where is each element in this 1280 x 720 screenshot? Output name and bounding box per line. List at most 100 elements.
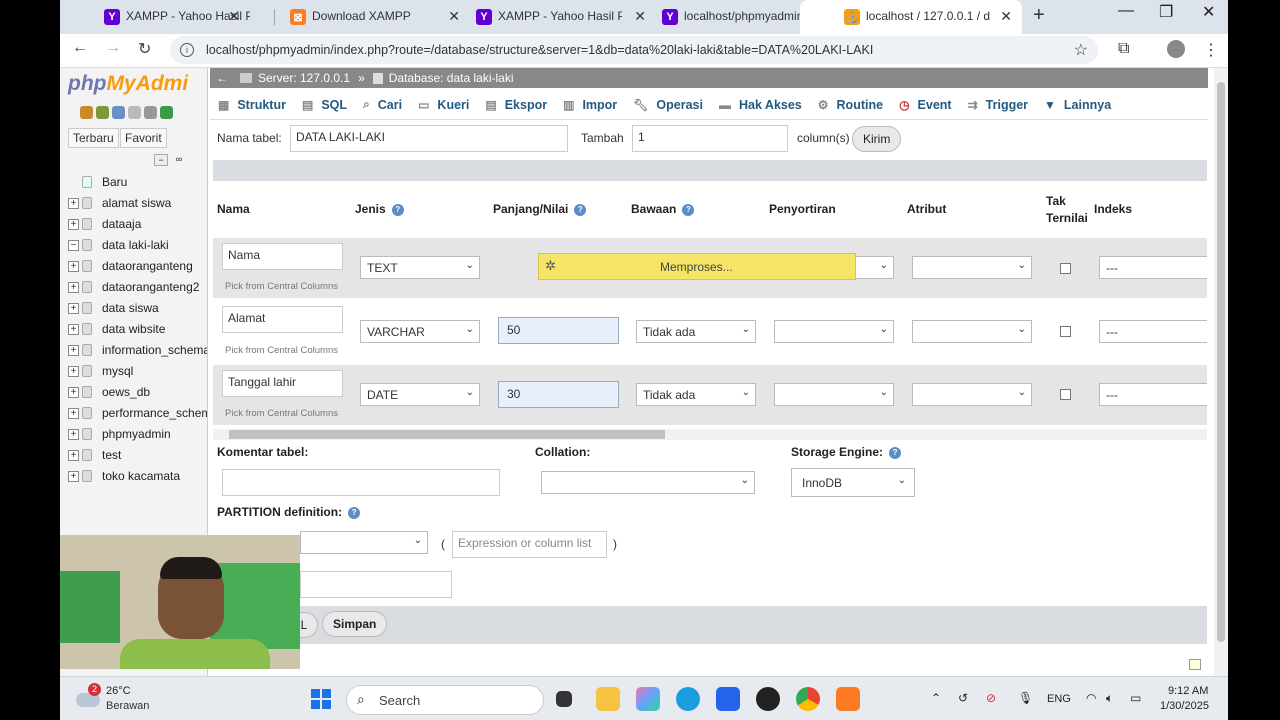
collation-select[interactable]: ⌄ (774, 320, 894, 343)
index-select[interactable]: --- (1099, 256, 1207, 279)
index-select[interactable]: --- (1099, 383, 1207, 406)
clock-date[interactable]: 1/30/2025 (1160, 700, 1209, 712)
expand-icon[interactable]: + (68, 428, 79, 440)
column-name-input[interactable]: Nama (222, 243, 343, 270)
null-checkbox[interactable] (1060, 326, 1071, 337)
tree-item-db[interactable]: + phpmyadmin (68, 424, 171, 444)
partitions-count-input[interactable] (300, 571, 452, 598)
attribute-select[interactable]: ⌄ (912, 320, 1032, 343)
taskbar-search[interactable]: ⌕ Search (346, 685, 544, 715)
collapse-arrow-icon[interactable]: ← (216, 71, 228, 85)
console-icon[interactable] (1189, 659, 1201, 670)
scrollbar-thumb[interactable] (1217, 82, 1225, 642)
wifi-icon[interactable]: ◠ (1086, 691, 1096, 705)
forward-icon[interactable]: → (105, 39, 121, 57)
favorites-button[interactable]: Favorit (120, 128, 167, 148)
help-icon[interactable]: ? (574, 203, 587, 216)
tab-trigger[interactable]: ⇉ Trigger (960, 90, 1036, 120)
xampp-icon[interactable] (836, 687, 860, 711)
submit-button[interactable]: Kirim (852, 126, 902, 152)
help-icon[interactable]: ? (889, 446, 902, 459)
type-select[interactable]: TEXT ⌄ (360, 256, 480, 279)
tree-item-db[interactable]: + mysql (68, 361, 133, 381)
tab-lainnya[interactable]: ▼ Lainnya (1036, 90, 1119, 120)
vertical-scrollbar[interactable] (1214, 68, 1228, 676)
help-icon[interactable]: ? (391, 203, 404, 216)
pick-central-link[interactable]: Pick from Central Columns (225, 408, 338, 419)
length-input[interactable]: 30 (498, 381, 619, 408)
storage-engine-select[interactable]: InnoDB ⌄ (791, 468, 915, 497)
pick-central-link[interactable]: Pick from Central Columns (225, 345, 338, 356)
collation-select[interactable]: ⌄ (774, 383, 894, 406)
collapse-all-icon[interactable]: − (154, 154, 168, 166)
tab-routine[interactable]: ⚙ Routine (810, 90, 891, 120)
clock-time[interactable]: 9:12 AM (1168, 685, 1208, 697)
type-select[interactable]: DATE ⌄ (360, 383, 480, 406)
collapse-icon[interactable]: − (68, 239, 79, 251)
tree-item-db[interactable]: + toko kacamata (68, 466, 180, 486)
column-name-input[interactable]: Alamat (222, 306, 343, 333)
tab-ekspor[interactable]: ▤ Ekspor (477, 90, 555, 120)
close-icon[interactable]: ✕ (1000, 8, 1012, 25)
attribute-select[interactable]: ⌄ (912, 383, 1032, 406)
expand-icon[interactable]: + (68, 470, 79, 482)
tree-item-db[interactable]: + oews_db (68, 382, 150, 402)
index-select[interactable]: --- (1099, 320, 1207, 343)
tray-chevron-icon[interactable]: ⌃ (931, 691, 941, 705)
tree-item-db[interactable]: + alamat siswa (68, 193, 171, 213)
settings-icon[interactable] (144, 106, 157, 119)
tab-hak-akses[interactable]: ▬ Hak Akses (711, 90, 810, 120)
expand-icon[interactable]: + (68, 197, 79, 209)
expand-icon[interactable]: + (68, 407, 79, 419)
expand-icon[interactable]: + (68, 323, 79, 335)
tab-operasi[interactable]: 🔧︎ Operasi (625, 90, 711, 120)
edge-icon[interactable] (676, 687, 700, 711)
bookmark-star-icon[interactable]: ☆ (1074, 40, 1088, 60)
close-icon[interactable]: ✕ (228, 8, 240, 25)
tree-item-db[interactable]: + data siswa (68, 298, 159, 318)
tab-struktur[interactable]: ▦ Struktur (210, 90, 294, 120)
microphone-icon[interactable]: 🎙︎ (1018, 691, 1033, 705)
tray-security-icon[interactable]: ⊘ (986, 691, 996, 705)
tab-impor[interactable]: ▥ Impor (555, 90, 625, 120)
table-name-input[interactable]: DATA LAKI-LAKI (290, 125, 568, 152)
type-select[interactable]: VARCHAR ⌄ (360, 320, 480, 343)
tab-sql[interactable]: ▤ SQL (294, 90, 355, 120)
breadcrumb-database[interactable]: Database: data laki-laki (389, 71, 514, 85)
tab-kueri[interactable]: ▭ Kueri (410, 90, 477, 120)
table-collation-select[interactable]: ⌄ (541, 471, 755, 494)
minimize-icon[interactable]: — (1118, 2, 1134, 20)
extensions-icon[interactable]: ⧉ (1118, 40, 1129, 58)
tree-item-db[interactable]: + test (68, 445, 121, 465)
tree-item-db[interactable]: + dataoranganteng2 (68, 277, 199, 297)
null-checkbox[interactable] (1060, 389, 1071, 400)
tree-item-db[interactable]: + information_schema (68, 340, 207, 360)
expand-icon[interactable]: + (68, 449, 79, 461)
tree-item-db[interactable]: + dataaja (68, 214, 141, 234)
phpmyadmin-logo[interactable]: phpMyAdmi (68, 72, 188, 96)
new-tab-icon[interactable]: + (1033, 4, 1045, 27)
breadcrumb-server[interactable]: Server: 127.0.0.1 (258, 71, 350, 85)
default-select[interactable]: Tidak ada ⌄ (636, 320, 756, 343)
tab-event[interactable]: ◷ Event (891, 90, 960, 120)
back-icon[interactable]: ← (72, 39, 88, 57)
add-count-input[interactable]: 1 (632, 125, 788, 152)
column-name-input[interactable]: Tanggal lahir (222, 370, 343, 397)
recent-button[interactable]: Terbaru (68, 128, 119, 148)
help-icon[interactable] (112, 106, 125, 119)
task-view-icon[interactable] (556, 691, 572, 707)
close-window-icon[interactable]: ✕ (1202, 2, 1215, 22)
home-icon[interactable] (80, 106, 93, 119)
expand-icon[interactable]: + (68, 386, 79, 398)
tab-cari[interactable]: ⌕ Cari (355, 90, 410, 120)
copilot-icon[interactable] (636, 687, 660, 711)
null-checkbox[interactable] (1060, 263, 1071, 274)
partition-select[interactable]: ⌄ (300, 531, 428, 554)
expand-icon[interactable]: + (68, 281, 79, 293)
expand-icon[interactable]: + (68, 365, 79, 377)
scrollbar-thumb[interactable] (229, 430, 665, 439)
horizontal-scrollbar[interactable] (213, 429, 1207, 440)
restore-icon[interactable]: ❐ (1159, 2, 1173, 22)
profile-avatar[interactable] (1167, 40, 1185, 58)
tree-item-db-open[interactable]: − data laki-laki (68, 235, 169, 255)
